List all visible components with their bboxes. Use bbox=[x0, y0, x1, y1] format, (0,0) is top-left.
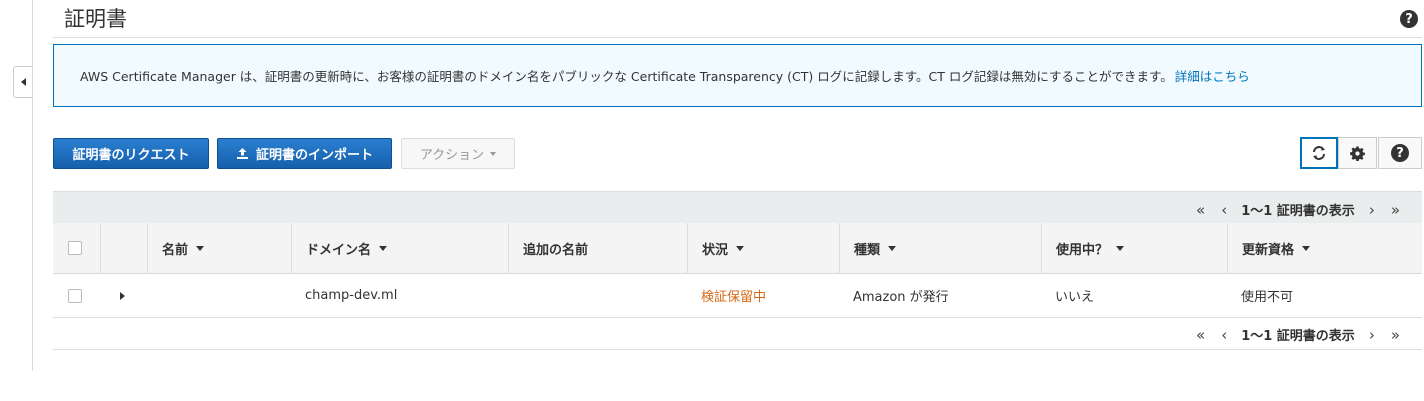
column-header-type[interactable]: 種類 bbox=[839, 223, 1041, 273]
column-header-in-use[interactable]: 使用中？ bbox=[1041, 223, 1227, 273]
pagination-bottom: « ‹ 1〜1 証明書の表示 › » bbox=[1188, 325, 1408, 345]
import-certificate-button[interactable]: 証明書のインポート bbox=[217, 138, 392, 169]
request-certificate-button[interactable]: 証明書のリクエスト bbox=[53, 138, 209, 169]
column-header-label: ドメイン名 bbox=[306, 242, 372, 258]
sort-caret-icon bbox=[736, 245, 745, 251]
select-all-checkbox[interactable] bbox=[68, 241, 82, 255]
column-header-label: 使用中？ bbox=[1056, 242, 1109, 258]
sort-caret-icon bbox=[888, 245, 897, 251]
column-header-label: 更新資格 bbox=[1242, 242, 1295, 258]
page-title: 証明書 bbox=[64, 7, 127, 31]
sidebar-toggle-button[interactable] bbox=[13, 66, 32, 98]
column-header-additional-names: 追加の名前 bbox=[508, 223, 687, 273]
info-banner: AWS Certificate Manager は、証明書の更新時に、お客様の証… bbox=[53, 44, 1422, 107]
table-row[interactable]: champ-dev.ml 検証保留中 Amazon が発行 いいえ 使用不可 bbox=[53, 274, 1422, 318]
select-all-cell bbox=[53, 223, 100, 273]
row-checkbox[interactable] bbox=[68, 288, 82, 303]
sort-caret-icon bbox=[1302, 245, 1311, 251]
sort-caret-icon bbox=[379, 245, 388, 251]
learn-more-link[interactable]: 詳細はこちら bbox=[1175, 66, 1250, 85]
pagination-bar-bottom: « ‹ 1〜1 証明書の表示 › » bbox=[53, 318, 1422, 350]
question-circle-icon[interactable]: ? bbox=[1400, 10, 1418, 28]
sort-caret-icon bbox=[196, 245, 205, 251]
actions-label: アクション bbox=[419, 148, 485, 163]
cell-type: Amazon が発行 bbox=[853, 290, 949, 305]
gear-icon bbox=[1350, 145, 1365, 161]
question-circle-icon: ? bbox=[1391, 144, 1409, 162]
pagination-label: 1〜1 証明書の表示 bbox=[1241, 204, 1355, 219]
cell-in-use: いいえ bbox=[1055, 290, 1095, 305]
upload-icon bbox=[236, 147, 249, 160]
column-header-label: 名前 bbox=[162, 242, 189, 258]
column-header-name[interactable]: 名前 bbox=[147, 223, 291, 273]
first-page-button[interactable]: « bbox=[1196, 201, 1205, 219]
last-page-button[interactable]: » bbox=[1391, 201, 1400, 219]
column-header-renewal[interactable]: 更新資格 bbox=[1227, 223, 1422, 273]
column-header-domain[interactable]: ドメイン名 bbox=[291, 223, 508, 273]
column-header-label: 追加の名前 bbox=[523, 242, 589, 258]
pagination-bar-top: « ‹ 1〜1 証明書の表示 › » bbox=[53, 191, 1422, 223]
next-page-button[interactable]: › bbox=[1369, 326, 1375, 344]
pagination-top: « ‹ 1〜1 証明書の表示 › » bbox=[1188, 200, 1408, 220]
title-divider bbox=[53, 37, 1422, 38]
last-page-button[interactable]: » bbox=[1391, 326, 1400, 344]
first-page-button[interactable]: « bbox=[1196, 326, 1205, 344]
row-expand-cell bbox=[120, 274, 125, 317]
cell-domain: champ-dev.ml bbox=[305, 288, 398, 303]
next-page-button[interactable]: › bbox=[1369, 201, 1375, 219]
column-header-label: 状況 bbox=[702, 242, 729, 258]
caret-left-icon bbox=[20, 78, 26, 86]
column-header-label: 種類 bbox=[854, 242, 881, 258]
expand-column-header bbox=[100, 223, 147, 273]
cell-renewal: 使用不可 bbox=[1241, 290, 1294, 305]
request-certificate-label: 証明書のリクエスト bbox=[72, 148, 190, 163]
prev-page-button[interactable]: ‹ bbox=[1221, 326, 1227, 344]
column-header-status[interactable]: 状況 bbox=[687, 223, 839, 273]
row-select-cell bbox=[68, 274, 82, 317]
cell-status: 検証保留中 bbox=[701, 290, 767, 305]
prev-page-button[interactable]: ‹ bbox=[1221, 201, 1227, 219]
refresh-icon bbox=[1313, 146, 1325, 160]
refresh-button[interactable] bbox=[1300, 137, 1338, 169]
chevron-down-icon bbox=[490, 151, 497, 156]
info-banner-text: AWS Certificate Manager は、証明書の更新時に、お客様の証… bbox=[80, 69, 1173, 84]
sort-caret-icon bbox=[1116, 245, 1125, 251]
help-button[interactable]: ? bbox=[1378, 137, 1422, 169]
pagination-label: 1〜1 証明書の表示 bbox=[1241, 329, 1355, 344]
sidebar-divider bbox=[32, 0, 33, 371]
actions-dropdown[interactable]: アクション bbox=[401, 138, 515, 169]
settings-button[interactable] bbox=[1338, 137, 1377, 169]
caret-right-icon[interactable] bbox=[120, 291, 125, 300]
table-header: 名前 ドメイン名 追加の名前 状況 種類 使用中？ 更新資格 bbox=[53, 223, 1422, 274]
import-certificate-label: 証明書のインポート bbox=[255, 148, 373, 163]
